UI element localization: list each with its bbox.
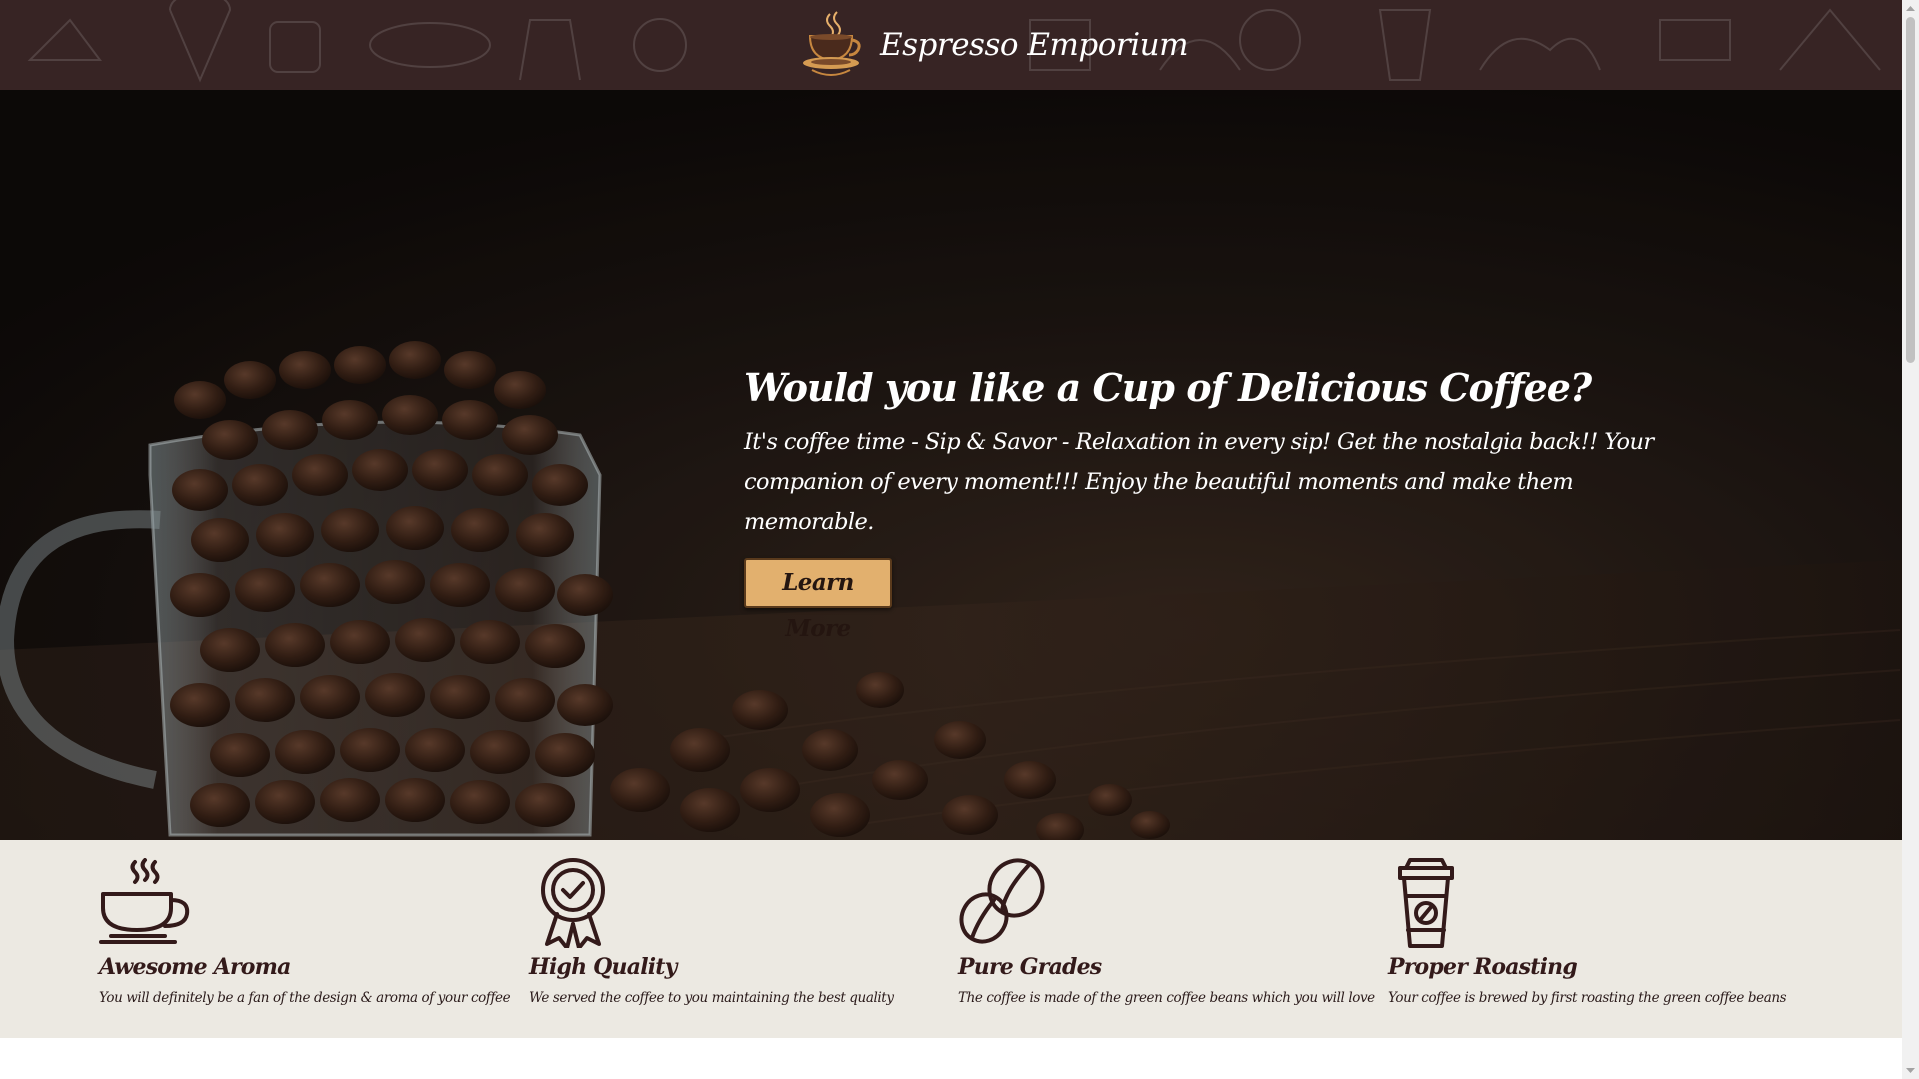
learn-more-button[interactable]: Learn More [744, 558, 892, 642]
coffee-cup-logo-icon [803, 11, 861, 76]
feature-description: Your coffee is brewed by first roasting … [1388, 990, 1787, 1006]
takeaway-cup-icon [1398, 858, 1454, 948]
hero-title: Would you like a Cup of Delicious Coffee… [744, 365, 1592, 410]
hero-description: It's coffee time - Sip & Savor - Relaxat… [744, 429, 1654, 535]
scroll-down-arrow-icon[interactable] [1902, 1062, 1919, 1079]
feature-title: Awesome Aroma [99, 954, 291, 980]
feature-title: High Quality [529, 954, 677, 980]
coffee-beans-icon [959, 858, 1045, 944]
features-section: Awesome Aroma You will definitely be a f… [0, 840, 1902, 1038]
feature-description: You will definitely be a fan of the desi… [99, 990, 511, 1006]
feature-awesome-aroma: Awesome Aroma You will definitely be a f… [99, 858, 519, 1008]
feature-proper-roasting: Proper Roasting Your coffee is brewed by… [1388, 858, 1808, 1008]
scrollbar-thumb[interactable] [1906, 17, 1915, 363]
feature-description: The coffee is made of the green coffee b… [958, 990, 1375, 1006]
hero-content: Would you like a Cup of Delicious Coffee… [744, 360, 1674, 642]
feature-description: We served the coffee to you maintaining … [529, 990, 894, 1006]
brand[interactable]: Espresso Emporium [800, 10, 1189, 80]
page-viewport: Espresso Emporium Would you like a Cup o… [0, 0, 1902, 1079]
steaming-cup-icon [99, 858, 190, 944]
feature-title: Proper Roasting [1388, 954, 1578, 980]
vertical-scrollbar[interactable] [1902, 0, 1919, 1079]
feature-title: Pure Grades [958, 954, 1102, 980]
site-header: Espresso Emporium [0, 0, 1902, 90]
feature-high-quality: High Quality We served the coffee to you… [529, 858, 949, 1008]
browser-page: Espresso Emporium Would you like a Cup o… [0, 0, 1919, 1079]
scroll-up-arrow-icon[interactable] [1902, 0, 1919, 17]
hero-section: Would you like a Cup of Delicious Coffee… [0, 90, 1902, 840]
brand-name: Espresso Emporium [880, 27, 1189, 63]
quality-badge-icon [541, 858, 605, 948]
feature-pure-grades: Pure Grades The coffee is made of the gr… [958, 858, 1378, 1008]
